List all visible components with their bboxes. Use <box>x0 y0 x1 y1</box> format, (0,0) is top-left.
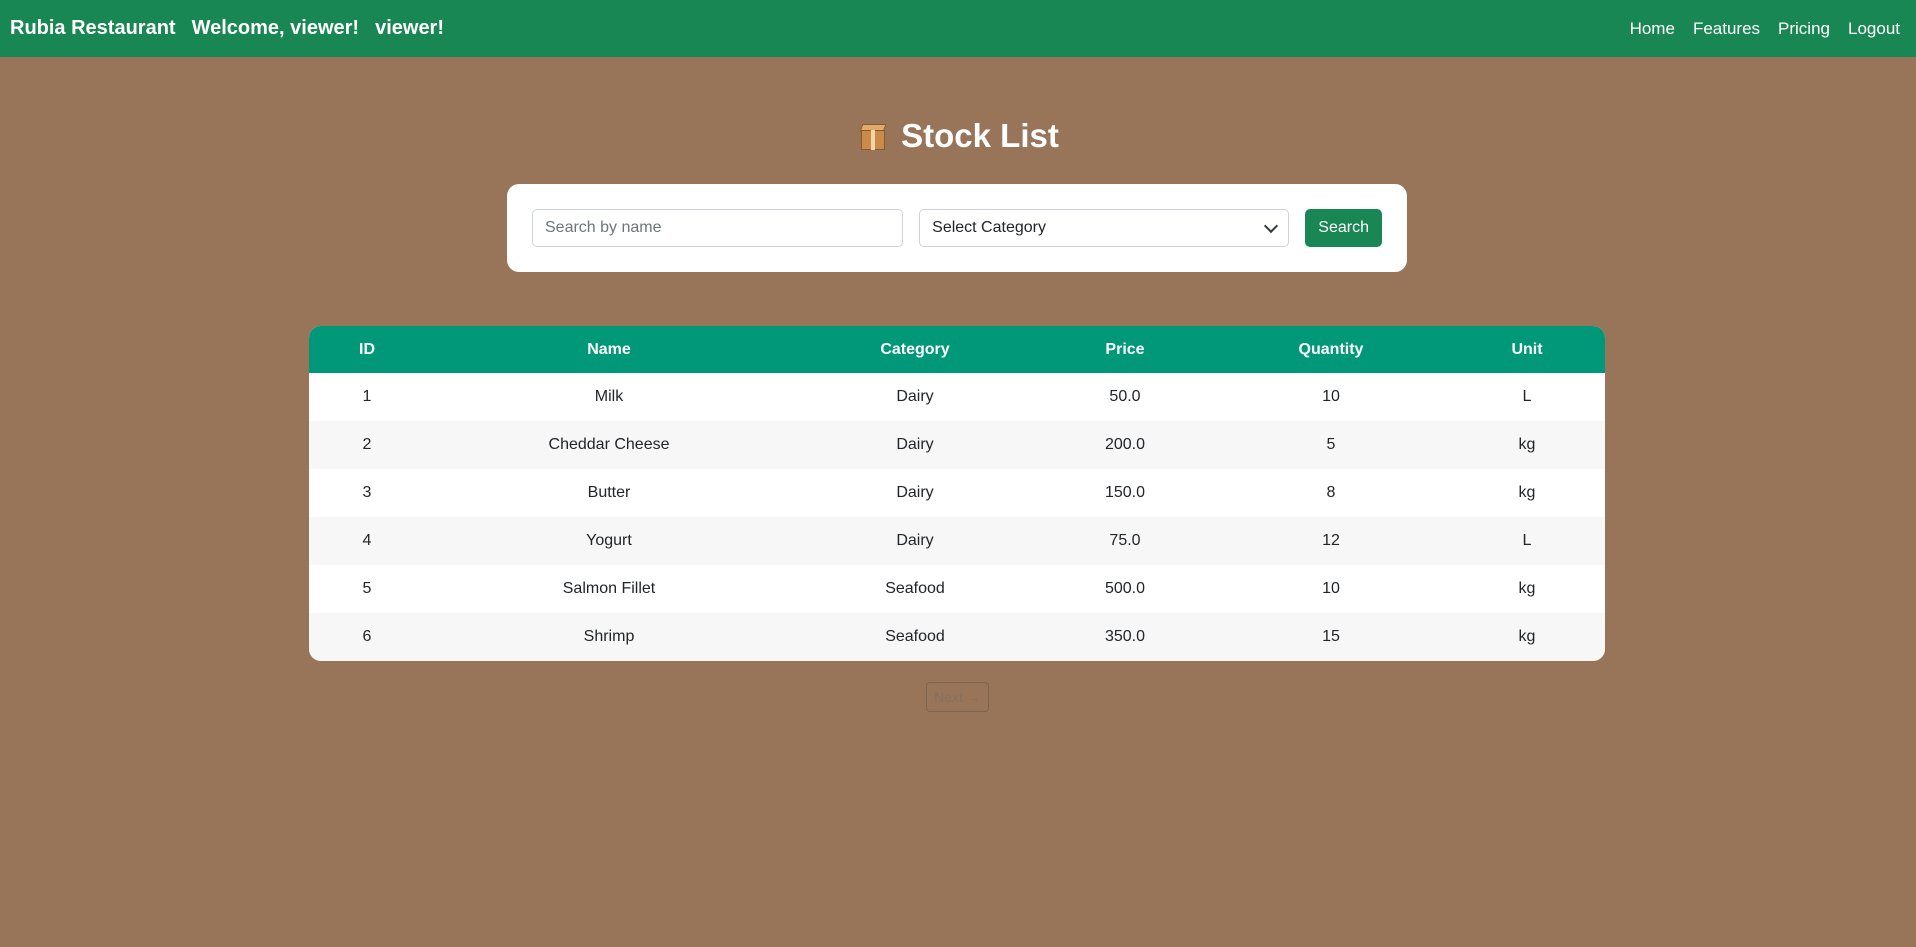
navbar: Rubia Restaurant Welcome, viewer! viewer… <box>0 0 1916 57</box>
cell-category: Dairy <box>896 532 934 549</box>
page-title: Stock List <box>0 117 1916 155</box>
table-row: 3 Butter Dairy 150.0 8 kg <box>309 469 1605 517</box>
cell-id: 1 <box>362 388 372 405</box>
cell-unit: kg <box>1518 628 1536 645</box>
category-select[interactable]: Select Category <box>919 209 1290 247</box>
cell-price: 50.0 <box>1109 388 1141 405</box>
next-page-button[interactable]: Next → <box>926 682 989 712</box>
cell-name: Shrimp <box>583 628 635 645</box>
cell-name: Yogurt <box>586 532 632 549</box>
cell-quantity: 8 <box>1326 484 1336 501</box>
column-header-id: ID <box>359 340 375 358</box>
cell-price: 200.0 <box>1104 436 1146 453</box>
search-card: Select Category Search <box>507 184 1407 272</box>
cell-name: Cheddar Cheese <box>548 436 670 453</box>
cell-price: 500.0 <box>1104 580 1146 597</box>
cell-unit: L <box>1522 532 1532 549</box>
cell-id: 6 <box>362 628 372 645</box>
username-text: viewer! <box>375 17 445 39</box>
nav-links: Home Features Pricing Logout <box>1630 19 1906 39</box>
page-title-text: Stock List <box>901 117 1059 154</box>
cell-name: Milk <box>594 388 624 405</box>
table-row: 1 Milk Dairy 50.0 10 L <box>309 373 1605 421</box>
cell-category: Dairy <box>896 388 934 405</box>
cell-id: 3 <box>362 484 372 501</box>
column-header-price: Price <box>1105 340 1145 358</box>
cell-price: 150.0 <box>1104 484 1146 501</box>
welcome-text: Welcome, viewer! <box>191 17 360 39</box>
cell-price: 75.0 <box>1109 532 1141 549</box>
search-input[interactable] <box>532 209 904 247</box>
cell-id: 5 <box>362 580 372 597</box>
package-icon <box>857 120 889 152</box>
stock-table: ID Name Category Price Quantity Unit 1 M… <box>309 326 1605 661</box>
nav-link-home[interactable]: Home <box>1630 19 1675 39</box>
table-row: 5 Salmon Fillet Seafood 500.0 10 kg <box>309 565 1605 613</box>
cell-quantity: 15 <box>1322 628 1340 645</box>
cell-quantity: 5 <box>1326 436 1336 453</box>
cell-category: Dairy <box>896 484 934 501</box>
nav-link-pricing[interactable]: Pricing <box>1778 19 1830 39</box>
cell-category: Seafood <box>885 580 945 597</box>
stock-table-card: ID Name Category Price Quantity Unit 1 M… <box>309 326 1605 661</box>
table-row: 6 Shrimp Seafood 350.0 15 kg <box>309 613 1605 661</box>
column-header-unit: Unit <box>1511 340 1543 358</box>
cell-name: Salmon Fillet <box>562 580 656 597</box>
category-select-value: Select Category <box>932 219 1046 236</box>
chevron-down-icon <box>1264 218 1279 233</box>
cell-unit: kg <box>1518 484 1536 501</box>
table-row: 2 Cheddar Cheese Dairy 200.0 5 kg <box>309 421 1605 469</box>
cell-id: 2 <box>362 436 372 453</box>
cell-price: 350.0 <box>1104 628 1146 645</box>
nav-link-logout[interactable]: Logout <box>1848 19 1900 39</box>
nav-link-features[interactable]: Features <box>1693 19 1760 39</box>
column-header-category: Category <box>880 340 950 358</box>
cell-unit: L <box>1522 388 1532 405</box>
search-button[interactable]: Search <box>1305 209 1382 247</box>
cell-quantity: 12 <box>1322 532 1340 549</box>
navbar-left: Rubia Restaurant Welcome, viewer! viewer… <box>10 17 444 40</box>
table-header-row: ID Name Category Price Quantity Unit <box>309 326 1605 373</box>
brand-logo[interactable]: Rubia Restaurant <box>10 17 176 40</box>
cell-name: Butter <box>587 484 631 501</box>
column-header-name: Name <box>587 340 631 358</box>
cell-id: 4 <box>362 532 372 549</box>
cell-category: Seafood <box>885 628 945 645</box>
cell-category: Dairy <box>896 436 934 453</box>
cell-quantity: 10 <box>1322 388 1340 405</box>
column-header-quantity: Quantity <box>1298 340 1364 358</box>
cell-unit: kg <box>1518 580 1536 597</box>
table-row: 4 Yogurt Dairy 75.0 12 L <box>309 517 1605 565</box>
cell-unit: kg <box>1518 436 1536 453</box>
cell-quantity: 10 <box>1322 580 1340 597</box>
